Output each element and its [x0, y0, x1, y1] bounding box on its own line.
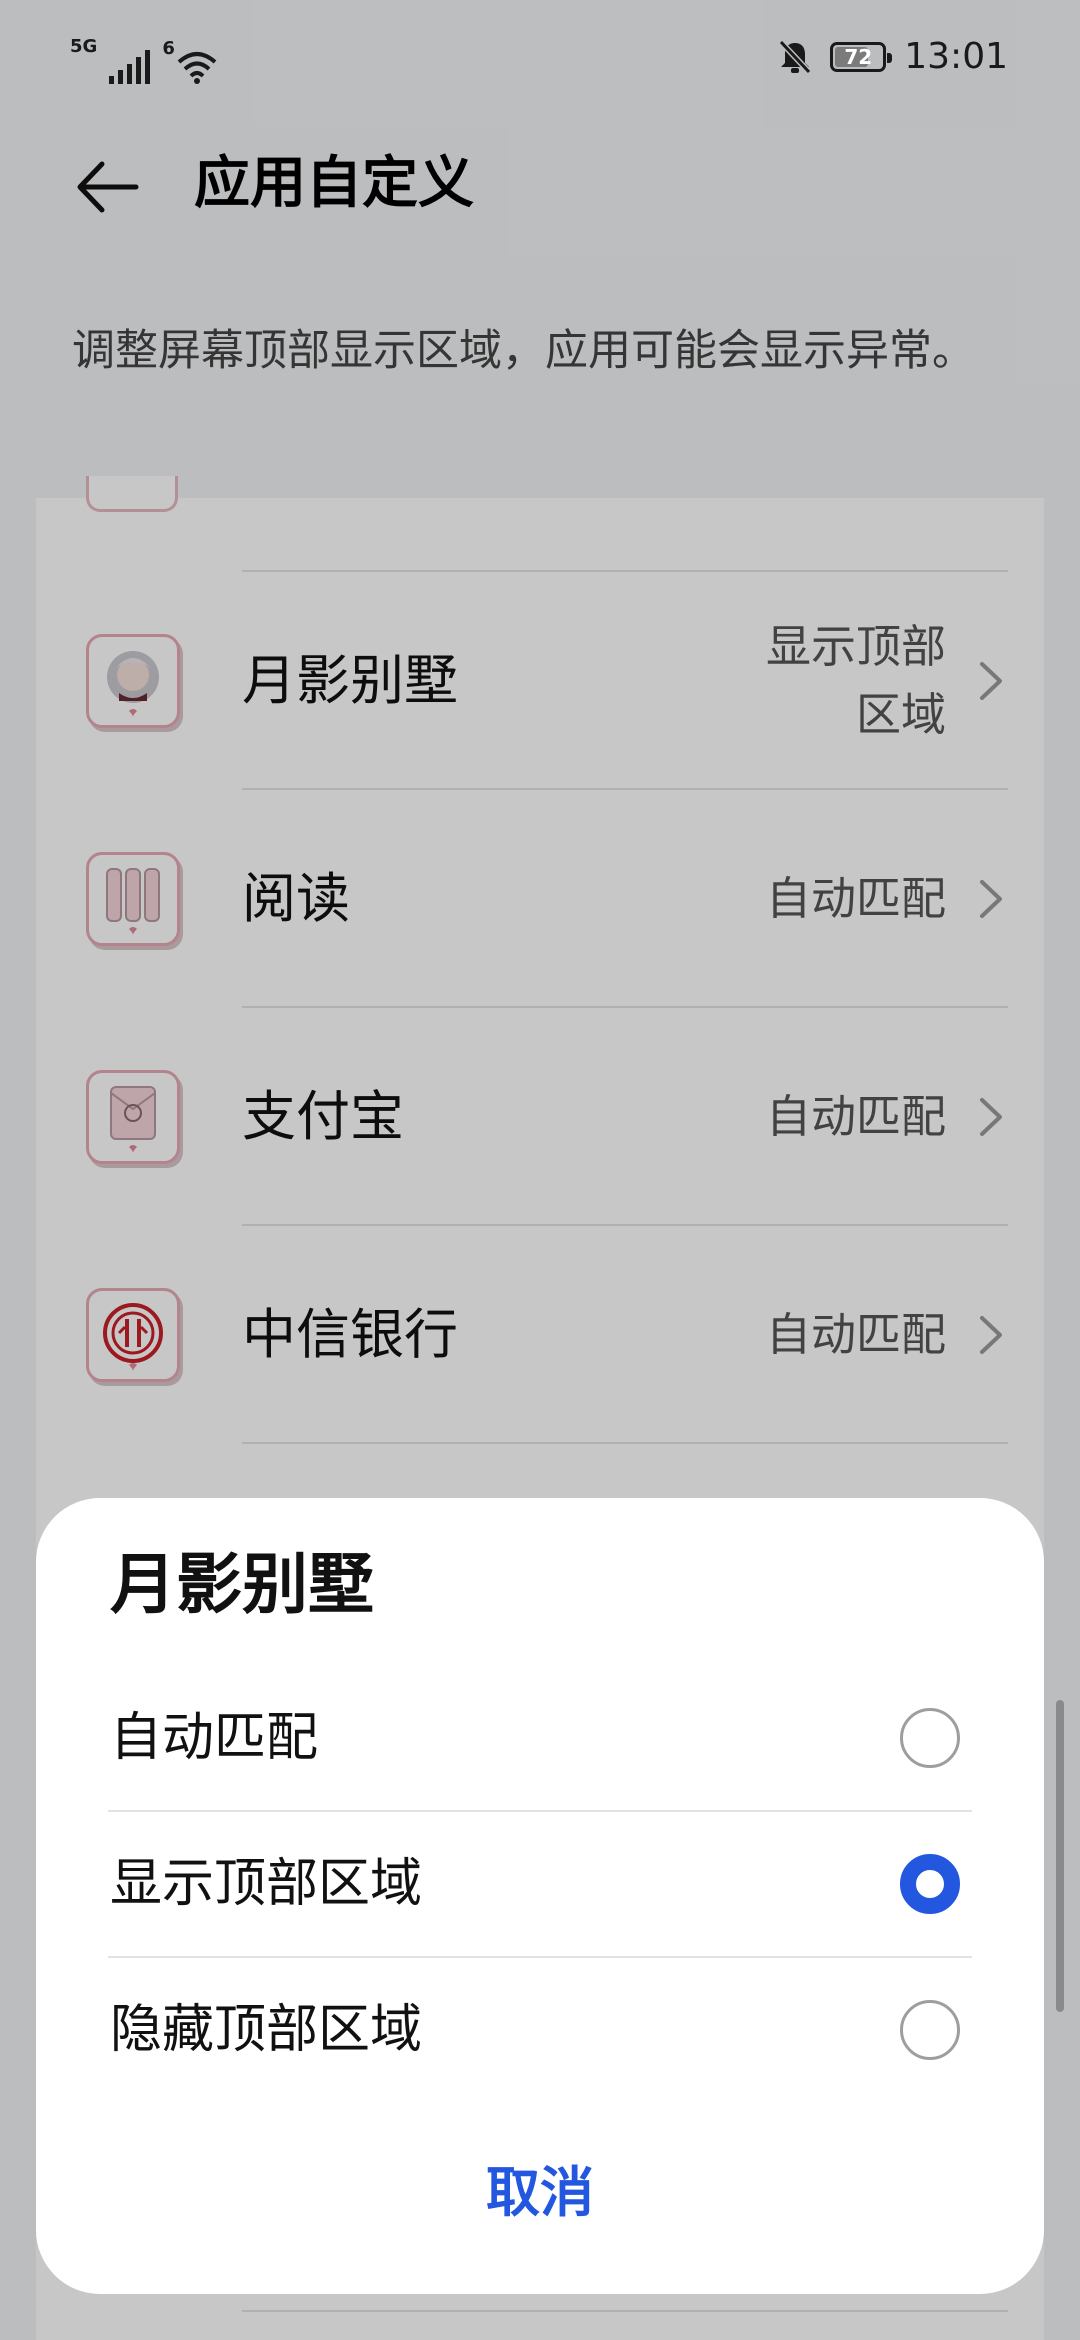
- display-mode-dialog: 月影别墅 自动匹配 显示顶部区域 隐藏顶部区域 取消: [36, 1498, 1044, 2294]
- radio-button[interactable]: [900, 1708, 960, 1768]
- option-label: 隐藏顶部区域: [110, 2000, 423, 2060]
- scrollbar[interactable]: [1056, 1700, 1064, 2012]
- cancel-button[interactable]: 取消: [390, 2138, 690, 2248]
- radio-button[interactable]: [900, 2000, 960, 2060]
- option-label: 显示顶部区域: [110, 1854, 423, 1914]
- option-auto-match[interactable]: 自动匹配: [36, 1666, 1044, 1810]
- radio-button[interactable]: [900, 1854, 960, 1914]
- dialog-title: 月影别墅: [110, 1546, 374, 1623]
- option-hide-top-area[interactable]: 隐藏顶部区域: [36, 1958, 1044, 2102]
- battery-level: 72: [844, 44, 873, 69]
- option-label: 自动匹配: [110, 1708, 319, 1768]
- option-show-top-area[interactable]: 显示顶部区域: [36, 1812, 1044, 1956]
